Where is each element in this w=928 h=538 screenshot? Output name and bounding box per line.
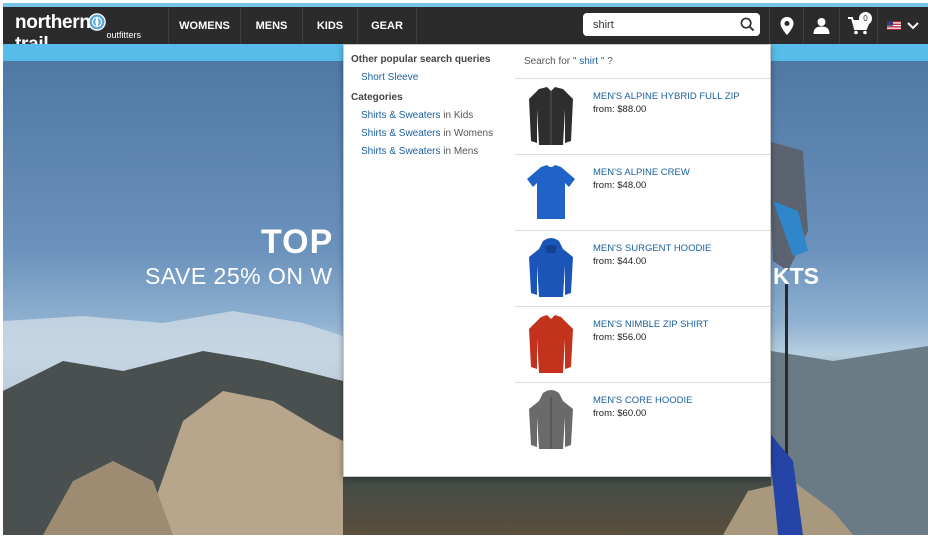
product-suggestion[interactable]: MEN'S NIMBLE ZIP SHIRT from: $56.00 <box>515 306 770 382</box>
product-thumbnail <box>527 165 575 219</box>
popular-queries-heading: Other popular search queries <box>351 54 491 65</box>
product-thumbnail <box>529 238 573 297</box>
store-locator-button[interactable] <box>769 7 803 44</box>
product-name: MEN'S ALPINE CREW <box>593 167 690 178</box>
hero-subtitle-tail: KTS <box>773 263 819 289</box>
search-box <box>583 13 760 36</box>
search-for-link[interactable]: Search for " shirt " ? <box>524 56 613 67</box>
product-name: MEN'S NIMBLE ZIP SHIRT <box>593 319 709 330</box>
product-thumbnail <box>529 315 573 373</box>
location-pin-icon <box>780 16 793 35</box>
hero-title: TOP <box>261 223 334 261</box>
cart-count-badge: 0 <box>859 12 872 25</box>
suggestions-column: Other popular search queries Short Sleev… <box>344 45 514 476</box>
product-thumbnail <box>529 390 573 449</box>
product-price: from: $48.00 <box>593 180 647 191</box>
hero-subtitle: SAVE 25% ON W <box>145 263 333 289</box>
search-icon[interactable] <box>740 17 755 32</box>
chevron-down-icon <box>907 21 919 29</box>
site-header: northerntrail outfitters WOMENS MENS KID… <box>3 7 928 55</box>
product-name: MEN'S ALPINE HYBRID FULL ZIP <box>593 91 740 102</box>
nav-kids[interactable]: KIDS <box>302 7 357 44</box>
browser-page: northerntrail outfitters WOMENS MENS KID… <box>3 3 928 535</box>
product-price: from: $88.00 <box>593 104 647 115</box>
account-icon <box>813 18 830 34</box>
product-thumbnail <box>529 87 573 145</box>
product-suggestion[interactable]: MEN'S SURGENT HOODIE from: $44.00 <box>515 230 770 306</box>
categories-heading: Categories <box>351 92 403 103</box>
category-link-kids[interactable]: Shirts & Sweaters in Kids <box>361 110 473 121</box>
main-navigation: WOMENS MENS KIDS GEAR <box>168 7 417 44</box>
nav-mens[interactable]: MENS <box>240 7 302 44</box>
cart-button[interactable]: 0 <box>839 7 877 44</box>
us-flag-icon <box>887 21 901 30</box>
product-price: from: $44.00 <box>593 256 647 267</box>
locale-selector[interactable] <box>877 7 928 44</box>
compass-logo-icon <box>88 13 106 31</box>
account-button[interactable] <box>803 7 839 44</box>
nav-womens[interactable]: WOMENS <box>168 7 240 44</box>
search-input[interactable] <box>583 13 733 36</box>
brand-logo[interactable]: northerntrail outfitters <box>15 10 145 55</box>
product-suggestion[interactable]: MEN'S ALPINE CREW from: $48.00 <box>515 154 770 230</box>
product-price: from: $60.00 <box>593 408 647 419</box>
product-name: MEN'S SURGENT HOODIE <box>593 243 712 254</box>
product-name: MEN'S CORE HOODIE <box>593 395 693 406</box>
nav-gear[interactable]: GEAR <box>357 7 417 44</box>
logo-tagline: outfitters <box>106 30 141 40</box>
popular-query-link[interactable]: Short Sleeve <box>361 72 418 83</box>
category-link-womens[interactable]: Shirts & Sweaters in Womens <box>361 128 493 139</box>
product-suggestion[interactable]: MEN'S CORE HOODIE from: $60.00 <box>515 382 770 458</box>
category-link-mens[interactable]: Shirts & Sweaters in Mens <box>361 146 478 157</box>
product-price: from: $56.00 <box>593 332 647 343</box>
search-suggestions-dropdown: Other popular search queries Short Sleev… <box>343 44 771 477</box>
product-suggestion[interactable]: MEN'S ALPINE HYBRID FULL ZIP from: $88.0… <box>515 78 770 154</box>
product-suggestions-column: Search for " shirt " ? MEN'S ALPINE HYBR… <box>515 45 770 476</box>
